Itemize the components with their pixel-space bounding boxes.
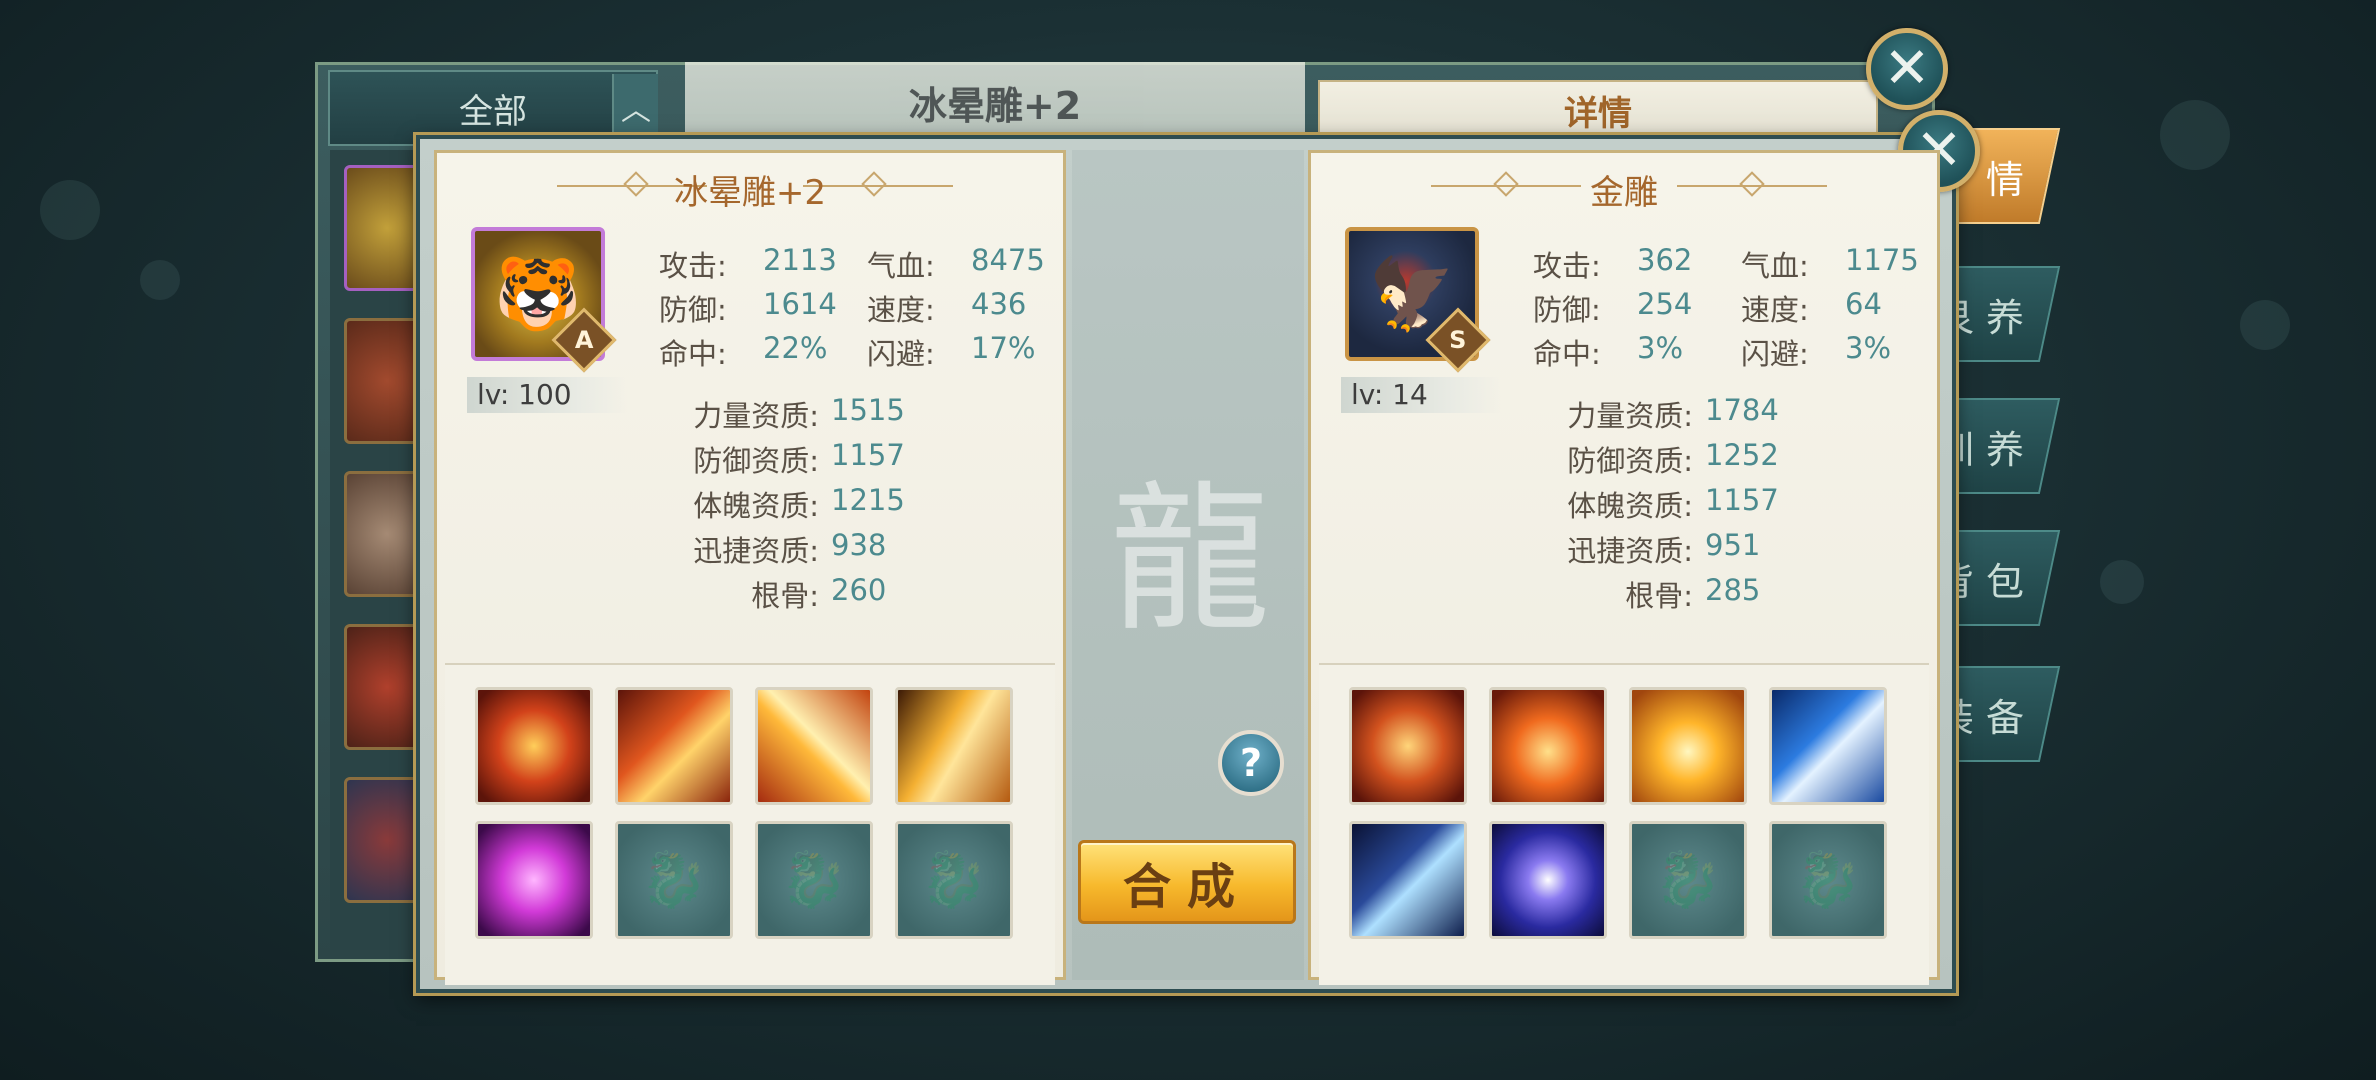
stat-label: 命中:: [1533, 337, 1601, 371]
pet-avatar[interactable]: 🦅 S: [1345, 227, 1491, 373]
stat-value: 1614: [763, 287, 837, 321]
aptitude-label: 迅捷资质:: [1567, 534, 1693, 568]
stat-grid: 攻击: 2113 气血: 8475 防御: 1614 速度: 436 命中: 2…: [659, 243, 1045, 375]
stat-label: 气血:: [1741, 249, 1809, 283]
skill-slot[interactable]: [1489, 821, 1607, 939]
detail-header: 详情: [1318, 80, 1878, 140]
help-button[interactable]: ?: [1218, 730, 1284, 796]
pet-name: 冰晕雕+2: [673, 173, 827, 213]
stat-label: 气血:: [867, 249, 935, 283]
skill-slot[interactable]: [1629, 687, 1747, 805]
aptitude-value: 951: [1705, 528, 1761, 562]
stat-value: 2113: [763, 243, 837, 277]
stat-value: 436: [971, 287, 1027, 321]
skill-slot-empty[interactable]: [1629, 821, 1747, 939]
filter-label: 全部: [459, 91, 527, 132]
skill-slot-empty[interactable]: [615, 821, 733, 939]
aptitude-value: 1215: [831, 483, 905, 517]
dragon-emblem-icon: 龍: [1109, 466, 1270, 653]
bokeh-light: [2240, 300, 2290, 350]
bg-pet-title: 冰晕雕+2: [685, 62, 1305, 142]
aptitude-value: 285: [1705, 573, 1761, 607]
skill-slot-empty[interactable]: [895, 821, 1013, 939]
pet-name: 金雕: [1590, 173, 1658, 213]
stat-value: 8475: [971, 243, 1045, 277]
skill-slot[interactable]: [1769, 687, 1887, 805]
skill-slot[interactable]: [1349, 687, 1467, 805]
stat-grid: 攻击: 362 气血: 1175 防御: 254 速度: 64 命中: 3% 闪…: [1533, 243, 1919, 375]
stat-label: 防御:: [1533, 293, 1601, 327]
aptitude-label: 防御资质:: [1567, 444, 1693, 478]
stat-value: 17%: [971, 331, 1036, 365]
stat-label: 闪避:: [1741, 337, 1809, 371]
stat-value: 64: [1845, 287, 1882, 321]
skill-slot[interactable]: [1489, 687, 1607, 805]
stat-value: 362: [1637, 243, 1693, 277]
left-pet-card: 冰晕雕+2 🐯 A lv: 100 攻击: 2113 气血: 8475 防御: …: [434, 150, 1066, 985]
aptitude-value: 1515: [831, 393, 905, 427]
aptitude-value: 1157: [831, 438, 905, 472]
stat-value: 22%: [763, 331, 828, 365]
close-icon[interactable]: ✕: [1866, 28, 1948, 110]
aptitude-label: 根骨:: [751, 579, 819, 613]
skills-panel: [1319, 663, 1929, 985]
pet-level: lv: 14: [1341, 377, 1501, 413]
bokeh-light: [40, 180, 100, 240]
bokeh-light: [2160, 100, 2230, 170]
aptitude-label: 根骨:: [1625, 579, 1693, 613]
aptitude-value: 1157: [1705, 483, 1779, 517]
stat-value: 3%: [1637, 331, 1684, 365]
stat-value: 254: [1637, 287, 1693, 321]
aptitude-label: 力量资质:: [1567, 399, 1693, 433]
skill-slot[interactable]: [615, 687, 733, 805]
aptitude-label: 迅捷资质:: [693, 534, 819, 568]
aptitude-label: 体魄资质:: [693, 489, 819, 523]
stat-value: 1175: [1845, 243, 1919, 277]
pet-level: lv: 100: [467, 377, 627, 413]
chevron-up-icon[interactable]: ︿: [612, 74, 658, 140]
skill-slot[interactable]: [475, 687, 593, 805]
skill-slot[interactable]: [755, 687, 873, 805]
right-pet-card: 金雕 🦅 S lv: 14 攻击: 362 气血: 1175 防御: 254 速…: [1308, 150, 1940, 985]
compose-button[interactable]: 合成: [1078, 840, 1296, 924]
stat-label: 速度:: [1741, 293, 1809, 327]
skill-slot-empty[interactable]: [755, 821, 873, 939]
stat-label: 防御:: [659, 293, 727, 327]
skill-slot[interactable]: [1349, 821, 1467, 939]
bokeh-light: [2100, 560, 2144, 604]
stat-value: 3%: [1845, 331, 1892, 365]
stat-label: 闪避:: [867, 337, 935, 371]
skill-slot-empty[interactable]: [1769, 821, 1887, 939]
bokeh-light: [140, 260, 180, 300]
aptitude-value: 260: [831, 573, 887, 607]
aptitude-label: 力量资质:: [693, 399, 819, 433]
stat-label: 攻击:: [1533, 249, 1601, 283]
aptitude-list: 力量资质: 1515 防御资质: 1157 体魄资质: 1215 迅捷资质: 938 根…: [653, 393, 905, 618]
aptitude-value: 1252: [1705, 438, 1779, 472]
skill-slot[interactable]: [895, 687, 1013, 805]
aptitude-value: 1784: [1705, 393, 1779, 427]
aptitude-label: 防御资质:: [693, 444, 819, 478]
skill-slot[interactable]: [475, 821, 593, 939]
pet-avatar[interactable]: 🐯 A: [471, 227, 617, 373]
skills-panel: [445, 663, 1055, 985]
aptitude-list: 力量资质: 1784 防御资质: 1252 体魄资质: 1157 迅捷资质: 951 根…: [1527, 393, 1779, 618]
stat-label: 攻击:: [659, 249, 727, 283]
stat-label: 速度:: [867, 293, 935, 327]
aptitude-label: 体魄资质:: [1567, 489, 1693, 523]
aptitude-value: 938: [831, 528, 887, 562]
stat-label: 命中:: [659, 337, 727, 371]
